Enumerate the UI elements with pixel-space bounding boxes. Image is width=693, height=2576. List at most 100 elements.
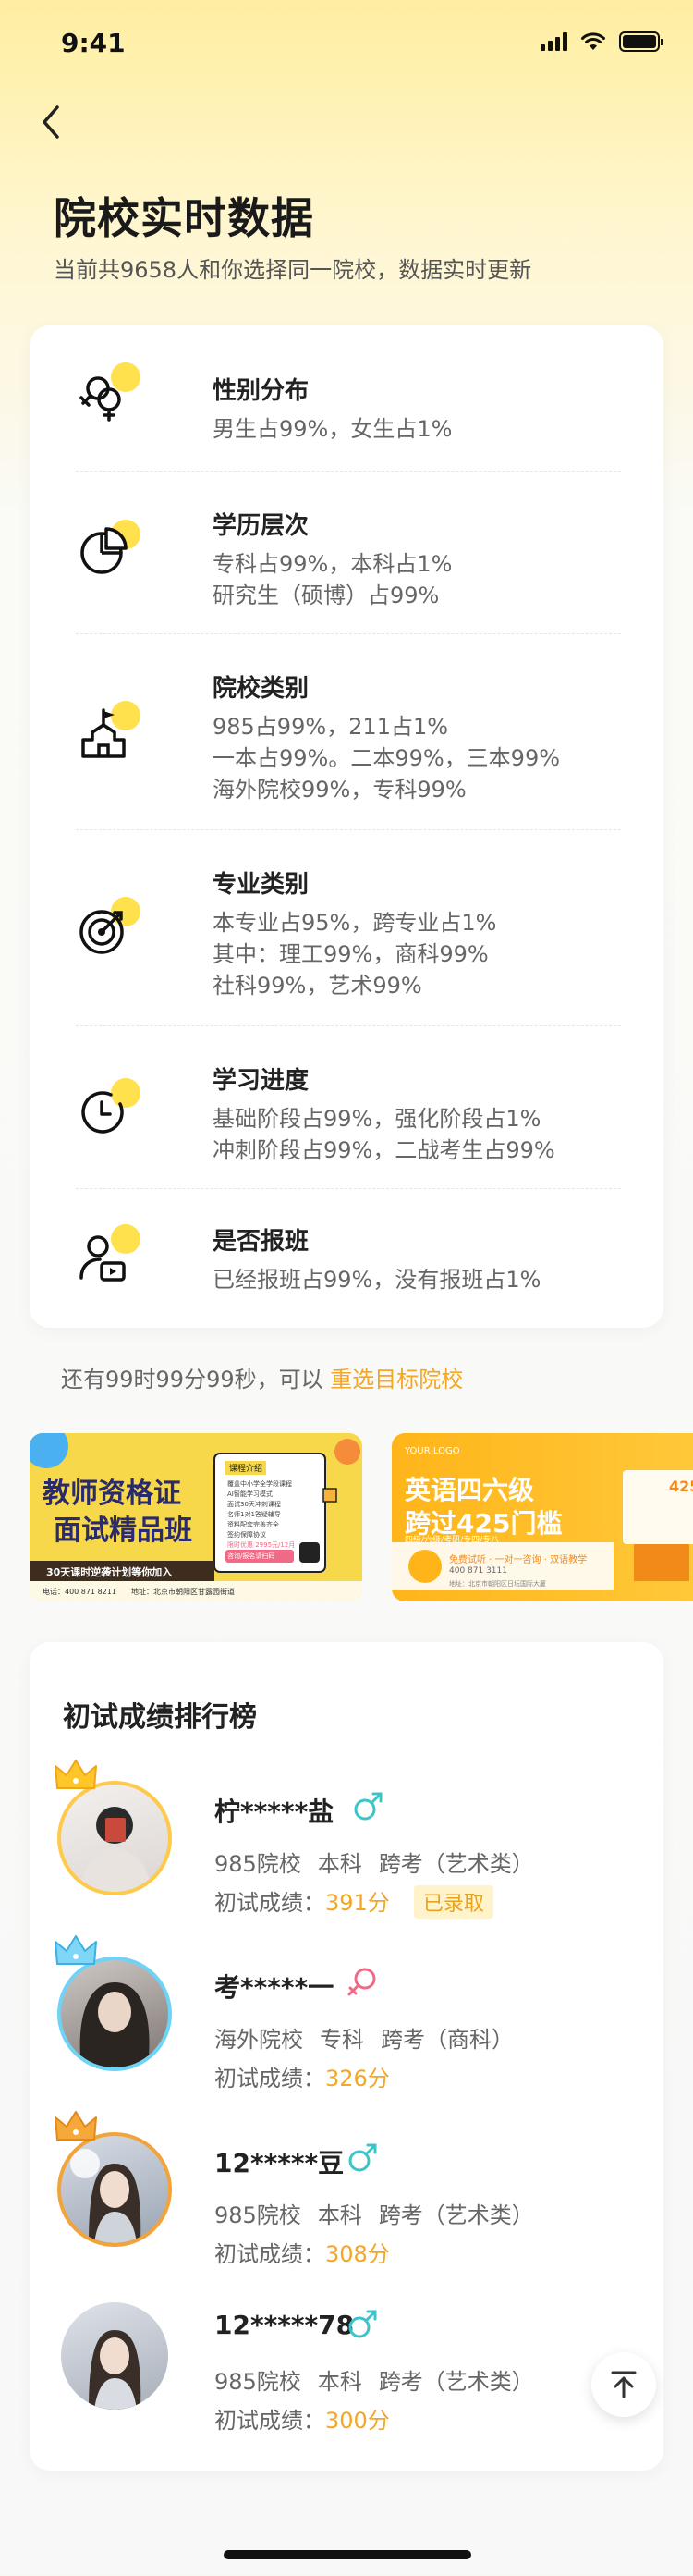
banner-cta: 咨询/报名请扫码 <box>227 1552 275 1560</box>
avatar <box>57 1957 172 2071</box>
user-video-icon <box>76 1224 140 1285</box>
score-label: 初试成绩： <box>214 1890 325 1916</box>
back-to-top-button[interactable] <box>591 2352 656 2417</box>
chevron-left-icon <box>43 105 59 139</box>
stat-line: 基础阶段占99%，强化阶段占1% <box>213 1106 541 1132</box>
status-bar: 9:41 <box>0 0 693 83</box>
score-value: 391分 <box>325 1890 390 1916</box>
ranking-name: 12*****豆 <box>214 2148 345 2178</box>
score-label: 初试成绩： <box>214 2066 325 2091</box>
score-value: 326分 <box>325 2066 390 2091</box>
silver-crown-icon <box>55 1935 97 1965</box>
banner-addr: 地址：北京市朝阳区日坛国际大厦 <box>449 1580 546 1588</box>
ranking-meta: 985院校 本科 跨考（艺术类） <box>214 2363 551 2396</box>
banner-tel: 电话：400 871 8211 <box>43 1588 116 1596</box>
ranking-meta: 海外院校 专科 跨考（商科） <box>214 2021 530 2054</box>
clock-icon <box>76 1078 140 1139</box>
avatar <box>57 1781 172 1895</box>
banner-badge-number: 425 <box>669 1478 693 1495</box>
banner-list-item: 资料配套完善齐全 <box>227 1521 279 1528</box>
page-subtitle: 当前共9658人和你选择同一院校，数据实时更新 <box>54 257 532 283</box>
status-icons <box>541 31 663 52</box>
ranking-score: 初试成绩：391分 已录取 <box>214 1884 493 1919</box>
cellular-signal-icon <box>541 32 567 51</box>
ranking-title: 初试成绩排行榜 <box>63 1701 257 1734</box>
ranking-tag: 专科 <box>320 2027 364 2053</box>
avatar <box>57 2132 172 2247</box>
banner-title-1: 教师资格证 <box>43 1478 181 1510</box>
ranking-tag: 本科 <box>317 2369 362 2395</box>
ranking-name: 12*****78 <box>214 2310 355 2340</box>
stat-title: 专业类别 <box>213 871 310 899</box>
stat-line: 社科99%，艺术99% <box>213 973 422 999</box>
banner-subtitle: 四级/六级/考研/专四/专八 <box>405 1536 500 1545</box>
ranking-name: 柠*****盐 <box>214 1797 334 1827</box>
avatar <box>57 2299 172 2413</box>
stat-title: 学历层次 <box>213 512 310 540</box>
pie-chart-icon <box>76 520 140 581</box>
home-indicator <box>224 2550 471 2559</box>
male-icon <box>348 2310 377 2338</box>
ranking-name: 考*****一 <box>214 1972 334 2003</box>
banner-teacher-certificate[interactable]: 教师资格证 面试精品班 课程介绍 覆盖中小学全学段课程 AI智能学习模式 面试3… <box>30 1433 362 1601</box>
ranking-card: 初试成绩排行榜 柠*****盐 985院校 本科 跨考（艺术类） 初试成绩：391分… <box>30 1642 663 2471</box>
stat-line: 985占99%，211占1% <box>213 714 449 740</box>
school-icon <box>76 701 140 762</box>
banner-price: 限时优惠 2995元/12月 <box>227 1541 296 1549</box>
admitted-badge: 已录取 <box>413 1885 493 1919</box>
ranking-tag: 本科 <box>317 2202 362 2228</box>
stat-title: 院校类别 <box>213 675 310 703</box>
stat-row-gender: 性别分布 男生占99%，女生占1% <box>76 325 621 472</box>
ranking-item[interactable]: 考*****一 海外院校 专科 跨考（商科） 初试成绩：326分 <box>55 1935 630 2093</box>
banner-logo: YOUR LOGO <box>405 1446 460 1456</box>
stat-row-major: 专业类别 本专业占95%，跨专业占1% 其中：理工99%，商科99% 社科99%… <box>76 830 621 1026</box>
stat-line: 已经报班占99%，没有报班占1% <box>213 1267 541 1293</box>
stat-row-education: 学历层次 专科占99%，本科占1% 研究生（硕博）占99% <box>76 472 621 634</box>
stat-line: 其中：理工99%，商科99% <box>213 941 489 967</box>
gold-crown-icon <box>55 1760 97 1789</box>
back-button[interactable] <box>22 94 78 150</box>
stat-line: 本专业占95%，跨专业占1% <box>213 910 497 936</box>
stats-card: 性别分布 男生占99%，女生占1% 学历层次 专科占99%，本科占1% 研究生（… <box>30 325 663 1328</box>
ranking-meta: 985院校 本科 跨考（艺术类） <box>214 2197 551 2229</box>
banner-tel: 400 871 3111 <box>449 1566 507 1576</box>
score-value: 300分 <box>325 2408 390 2434</box>
banner-list-item: 名师1对1答疑辅导 <box>227 1511 281 1518</box>
score-label: 初试成绩： <box>214 2241 325 2267</box>
stat-row-school-type: 院校类别 985占99%，211占1% 一本占99%。二本99%，三本99% 海… <box>76 634 621 830</box>
banner-list-item: 面试30天冲刺课程 <box>227 1501 281 1508</box>
countdown-label: 还有99时99分99秒，可以 <box>61 1367 323 1392</box>
ranking-tag: 本科 <box>317 1851 362 1877</box>
banner-list: 覆盖中小学全学段课程 AI智能学习模式 面试30天冲刺课程 名师1对1答疑辅导 … <box>227 1479 292 1540</box>
stat-row-enrolled: 是否报班 已经报班占99%，没有报班占1% <box>76 1189 621 1328</box>
male-icon <box>354 1792 383 1821</box>
reselect-school-link[interactable]: 重选目标院校 <box>330 1367 463 1392</box>
banner-english-cet[interactable]: YOUR LOGO 英语四六级 跨过425门槛 四级/六级/考研/专四/专八 4… <box>392 1433 693 1601</box>
ranking-tag: 985院校 <box>214 2202 301 2228</box>
bronze-crown-icon <box>55 2111 97 2141</box>
banner-footer-tag: 30天课时逆袭计划等你加入 <box>46 1566 173 1578</box>
banner-title-1: 英语四六级 <box>405 1475 535 1505</box>
status-time: 9:41 <box>61 28 126 58</box>
ranking-item[interactable]: 12*****78 985院校 本科 跨考（艺术类） 初试成绩：300分 <box>57 2278 630 2435</box>
banner-list-item: 覆盖中小学全学段课程 <box>227 1480 292 1488</box>
banner-addr: 地址：北京市朝阳区甘露园街道 <box>131 1588 235 1596</box>
countdown-text: 还有99时99分99秒，可以 重选目标院校 <box>61 1361 463 1393</box>
ranking-item[interactable]: 柠*****盐 985院校 本科 跨考（艺术类） 初试成绩：391分 已录取 <box>55 1760 630 1919</box>
ranking-item[interactable]: 12*****豆 985院校 本科 跨考（艺术类） 初试成绩：308分 <box>55 2111 630 2269</box>
banner-badge: 课程介绍 <box>225 1461 267 1475</box>
wifi-icon <box>581 32 605 50</box>
male-icon <box>348 2143 377 2172</box>
stat-line: 研究生（硕博）占99% <box>213 583 440 608</box>
stat-row-progress: 学习进度 基础阶段占99%，强化阶段占1% 冲刺阶段占99%，二战考生占99% <box>76 1026 621 1189</box>
ranking-tag: 海外院校 <box>214 2027 303 2053</box>
ranking-score: 初试成绩：300分 <box>214 2402 390 2435</box>
ranking-score: 初试成绩：326分 <box>214 2060 390 2092</box>
stat-title: 是否报班 <box>213 1228 310 1256</box>
banner-title-2: 面试精品班 <box>54 1515 192 1547</box>
banner-list-item: 签约保障协议 <box>227 1531 266 1539</box>
stat-title: 性别分布 <box>213 377 310 405</box>
ranking-tag: 985院校 <box>214 2369 301 2395</box>
stat-line: 海外院校99%，专科99% <box>213 777 467 803</box>
page-title: 院校实时数据 <box>54 193 314 243</box>
